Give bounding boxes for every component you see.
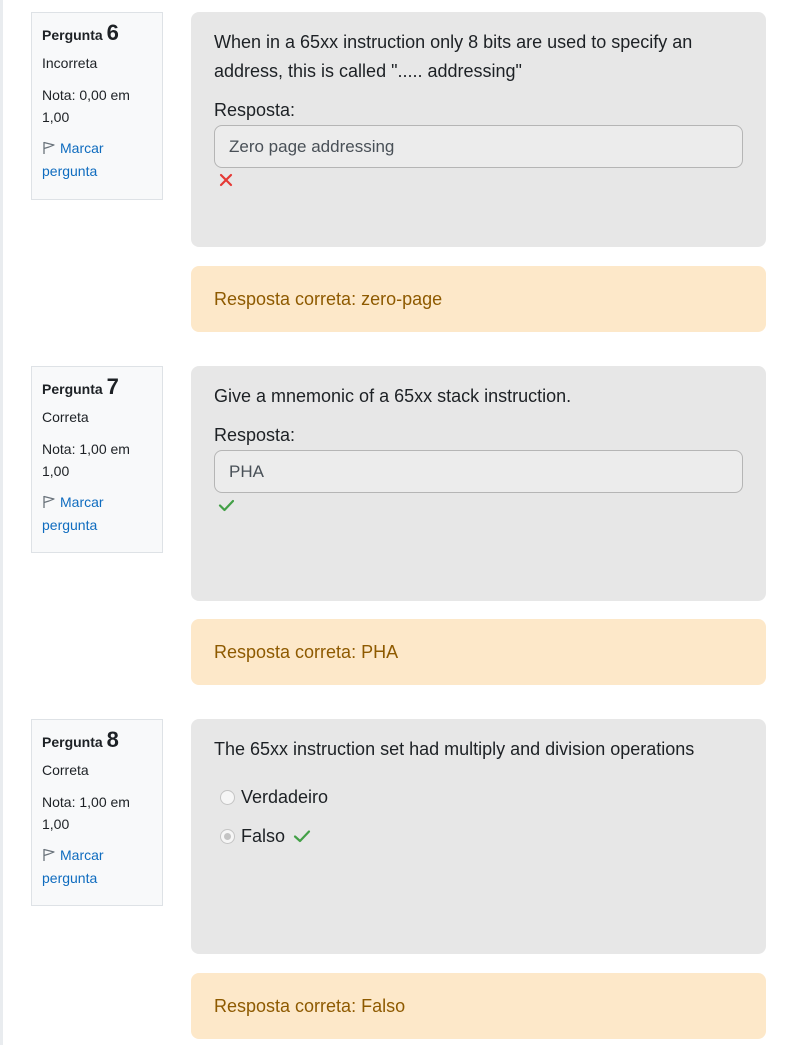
question-grade: Nota: 1,00 em 1,00 bbox=[42, 794, 130, 832]
question-state: Incorreta bbox=[42, 55, 98, 71]
question-info-8: Pergunta 8 Correta Nota: 1,00 em 1,00 Ma… bbox=[31, 719, 163, 906]
question-info-7: Pergunta 7 Correta Nota: 1,00 em 1,00 Ma… bbox=[31, 366, 163, 553]
option-falso[interactable]: Falso bbox=[220, 823, 743, 849]
question-number: 6 bbox=[106, 20, 119, 45]
question-label: Pergunta bbox=[42, 381, 103, 397]
question-grade: Nota: 0,00 em 1,00 bbox=[42, 87, 130, 125]
radio-button-selected[interactable] bbox=[220, 828, 235, 844]
radio-button[interactable] bbox=[220, 789, 235, 805]
question-heading: Pergunta 6 bbox=[42, 22, 152, 46]
check-icon bbox=[218, 499, 234, 512]
flag-question-link[interactable]: Marcar pergunta bbox=[42, 137, 152, 183]
check-icon bbox=[293, 830, 311, 843]
question-grade: Nota: 1,00 em 1,00 bbox=[42, 441, 130, 479]
question-text: Give a mnemonic of a 65xx stack instruct… bbox=[214, 386, 572, 406]
answer-label: Resposta: bbox=[214, 425, 296, 445]
option-label: Verdadeiro bbox=[241, 786, 329, 807]
answer-input[interactable]: Zero page addressing bbox=[214, 125, 743, 168]
flag-icon bbox=[43, 141, 55, 154]
answer-input[interactable]: PHA bbox=[214, 450, 743, 493]
question-text: The 65xx instruction set had multiply an… bbox=[214, 739, 695, 759]
option-label: Falso bbox=[241, 825, 286, 846]
correct-answer-feedback: Resposta correta: zero-page bbox=[191, 266, 766, 332]
flag-question-link[interactable]: Marcar pergunta bbox=[42, 491, 152, 537]
option-verdadeiro[interactable]: Verdadeiro bbox=[220, 784, 743, 810]
flag-question-link[interactable]: Marcar pergunta bbox=[42, 844, 152, 890]
cross-icon bbox=[219, 173, 233, 187]
question-text: When in a 65xx instruction only 8 bits a… bbox=[214, 32, 693, 81]
question-content-7: Give a mnemonic of a 65xx stack instruct… bbox=[191, 366, 766, 601]
flag-icon bbox=[43, 495, 55, 508]
question-content-8: The 65xx instruction set had multiply an… bbox=[191, 719, 766, 954]
answer-label: Resposta: bbox=[214, 100, 296, 120]
question-state: Correta bbox=[42, 762, 89, 778]
question-info-6: Pergunta 6 Incorreta Nota: 0,00 em 1,00 … bbox=[31, 12, 163, 200]
question-number: 7 bbox=[106, 374, 119, 399]
question-heading: Pergunta 7 bbox=[42, 376, 152, 400]
question-state: Correta bbox=[42, 409, 89, 425]
left-border bbox=[0, 0, 3, 1045]
question-heading: Pergunta 8 bbox=[42, 729, 152, 753]
flag-icon bbox=[43, 848, 55, 861]
question-label: Pergunta bbox=[42, 734, 103, 750]
correct-answer-feedback: Resposta correta: Falso bbox=[191, 973, 766, 1039]
question-label: Pergunta bbox=[42, 27, 103, 43]
question-number: 8 bbox=[106, 727, 119, 752]
correct-answer-feedback: Resposta correta: PHA bbox=[191, 619, 766, 685]
question-content-6: When in a 65xx instruction only 8 bits a… bbox=[191, 12, 766, 247]
